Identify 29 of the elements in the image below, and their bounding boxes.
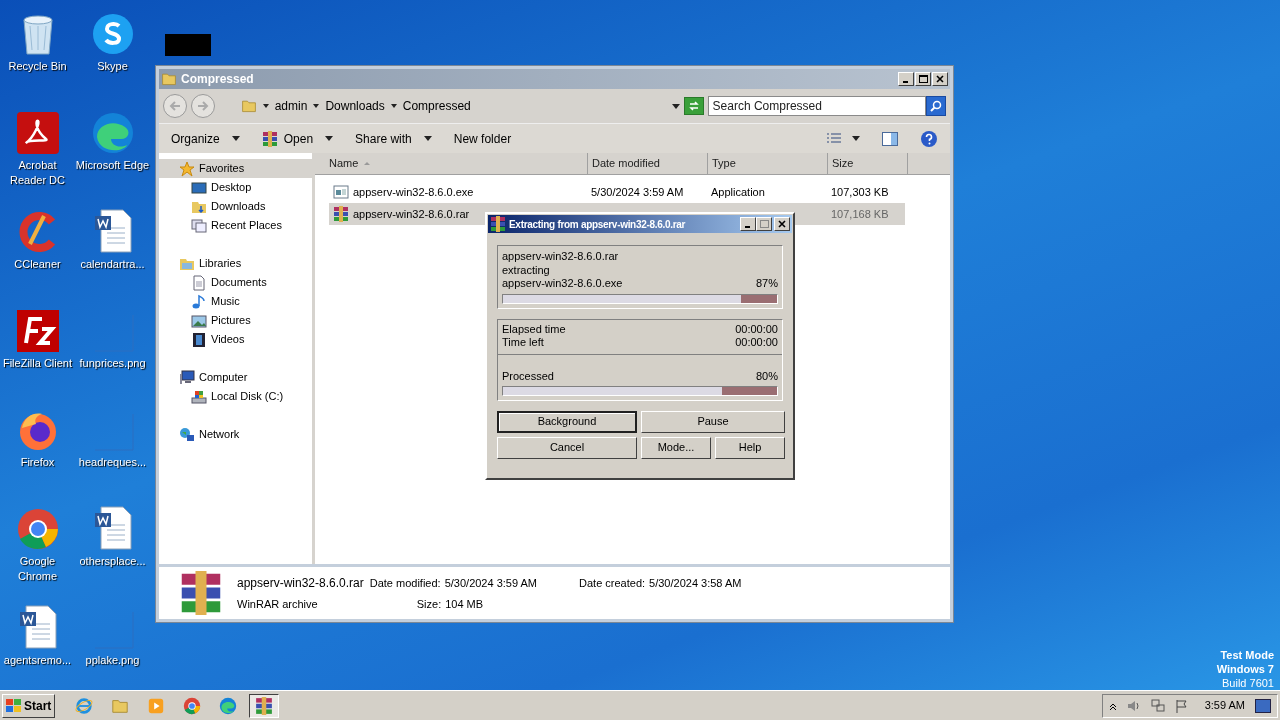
file-name: appserv-win32-8.6.0.exe xyxy=(502,277,623,291)
status-text: extracting xyxy=(502,263,551,277)
field-label: Elapsed time xyxy=(502,322,566,336)
field-value: 104 MB xyxy=(445,596,484,612)
file-name: appserv-win32-8.6.0.rar xyxy=(237,574,364,592)
field-label: Processed xyxy=(502,369,554,383)
system-watermark-text: Build 7601 xyxy=(1222,676,1274,690)
system-watermark-text: Test Mode xyxy=(1220,648,1274,662)
window-title: Compressed xyxy=(181,71,255,88)
file-type: Application xyxy=(710,184,766,200)
field-label: Size: xyxy=(416,596,442,612)
percent-text: 87% xyxy=(755,277,778,291)
percent-text: 80% xyxy=(755,369,778,383)
field-value: 00:00:00 xyxy=(735,336,778,350)
field-value: 5/30/2024 3:59 AM xyxy=(444,575,538,591)
field-label: Time left xyxy=(502,336,544,350)
file-size: 107,303 KB xyxy=(830,184,890,200)
field-value: 00:00:00 xyxy=(735,322,778,336)
field-label: Date modified: xyxy=(369,575,441,591)
field-label: Date created: xyxy=(579,575,646,591)
archive-name: appserv-win32-8.6.0.rar xyxy=(502,250,620,264)
system-watermark-text: Windows 7 xyxy=(1216,662,1274,676)
file-size: 107,168 KB xyxy=(830,206,890,222)
field-value: 5/30/2024 3:58 AM xyxy=(649,575,742,591)
window-title: Extracting from appserv-win32-8.6.0.rar xyxy=(509,217,687,232)
file-date: 5/30/2024 3:59 AM xyxy=(590,184,685,200)
file-name: appserv-win32-8.6.0.exe xyxy=(353,184,474,200)
file-type: WinRAR archive xyxy=(237,596,319,612)
file-name: appserv-win32-8.6.0.rar xyxy=(353,206,470,222)
